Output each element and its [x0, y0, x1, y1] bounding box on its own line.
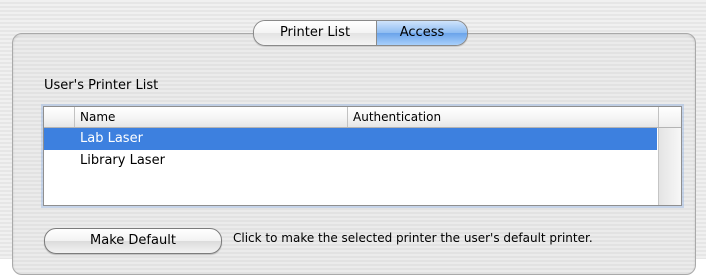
printer-name-cell: Lab Laser [80, 131, 143, 146]
vertical-scrollbar[interactable] [658, 128, 681, 205]
make-default-button[interactable]: Make Default [44, 228, 222, 254]
table-header: Name Authentication [44, 107, 681, 128]
help-text: Click to make the selected printer the u… [233, 231, 593, 245]
column-separator [74, 107, 75, 127]
header-corner [658, 107, 681, 127]
table-row[interactable]: Library Laser [44, 150, 657, 172]
tab-printer-list[interactable]: Printer List [254, 21, 377, 45]
tab-bar: Printer List Access [253, 20, 468, 46]
section-label: User's Printer List [44, 78, 159, 93]
column-header-authentication[interactable]: Authentication [353, 107, 441, 127]
printer-table: Name Authentication Lab Laser Library La… [43, 106, 682, 206]
tab-access[interactable]: Access [377, 21, 467, 45]
column-separator [347, 107, 348, 127]
printer-name-cell: Library Laser [80, 153, 165, 168]
column-header-name[interactable]: Name [80, 107, 115, 127]
table-row[interactable]: Lab Laser [44, 128, 657, 150]
